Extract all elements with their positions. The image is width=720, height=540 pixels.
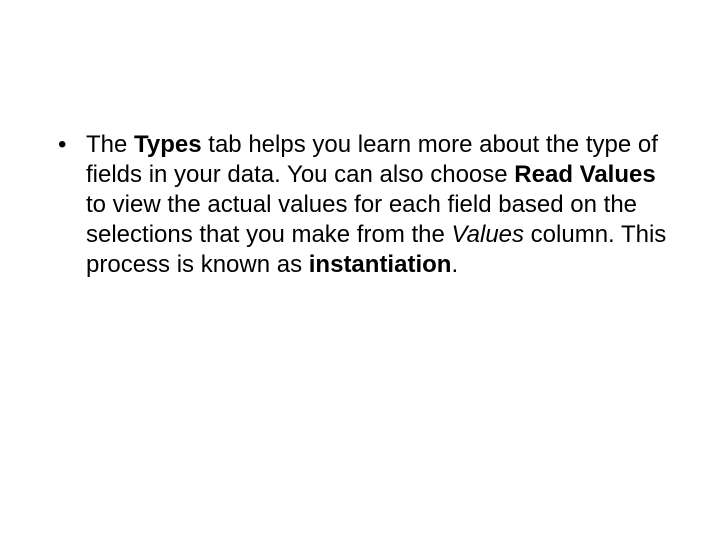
bullet-list: The Types tab helps you learn more about…	[50, 130, 670, 280]
types-label: Types	[134, 131, 202, 158]
text-segment: The	[86, 131, 134, 158]
instantiation-label: instantiation	[309, 251, 452, 278]
values-label: Values	[452, 221, 525, 248]
text-segment: .	[451, 251, 458, 278]
list-item: The Types tab helps you learn more about…	[50, 130, 670, 280]
read-values-label: Read Values	[514, 161, 655, 188]
